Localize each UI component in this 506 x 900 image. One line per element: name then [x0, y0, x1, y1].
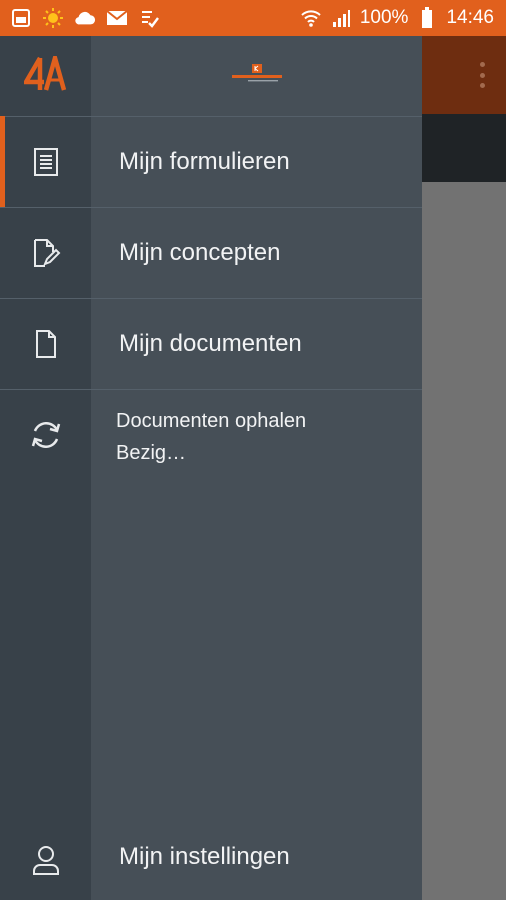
gallery-icon — [10, 7, 32, 29]
mail-icon — [106, 7, 128, 29]
brand-logo — [91, 36, 422, 116]
task-icon — [138, 7, 160, 29]
clock: 14:46 — [446, 7, 494, 28]
navigation-drawer: Mijn formulieren Mijn concepten Mijn doc… — [0, 36, 422, 900]
sync-icon — [0, 410, 91, 460]
sync-status: Documenten ophalen Bezig… — [0, 390, 422, 500]
cloud-icon — [74, 7, 96, 29]
nav-item-label: Mijn documenten — [119, 329, 302, 357]
nav-item-label: Mijn concepten — [119, 238, 281, 266]
status-bar: 100% 14:46 — [0, 0, 506, 36]
sync-progress-text: Bezig… — [116, 442, 187, 464]
wifi-icon — [300, 7, 322, 29]
background-app-bar — [422, 36, 506, 114]
more-vert-icon[interactable] — [480, 62, 486, 88]
user-icon — [0, 820, 91, 900]
signal-icon — [330, 7, 352, 29]
nav-item-label: Mijn instellingen — [119, 843, 290, 870]
edit-document-icon — [0, 207, 91, 298]
sun-icon — [42, 7, 64, 29]
nav-item-documenten[interactable]: Mijn documenten — [0, 298, 422, 389]
app-logo — [0, 36, 91, 116]
document-icon — [0, 298, 91, 389]
sync-title: Documenten ophalen — [116, 410, 307, 432]
nav-item-instellingen[interactable]: Mijn instellingen — [0, 820, 422, 900]
nav-item-label: Mijn formulieren — [119, 147, 290, 175]
form-list-icon — [0, 116, 91, 207]
background-scrim[interactable] — [422, 182, 506, 900]
nav-item-concepten[interactable]: Mijn concepten — [0, 207, 422, 298]
brand-logo-icon — [230, 63, 284, 89]
status-bar-system: 100% 14:46 — [300, 0, 494, 36]
nav-item-formulieren[interactable]: Mijn formulieren — [0, 116, 422, 207]
status-bar-notifications — [10, 0, 160, 36]
background-subheader — [422, 114, 506, 182]
battery-icon — [416, 7, 438, 29]
battery-percent: 100% — [359, 7, 409, 28]
4a-logo-icon — [21, 49, 68, 97]
